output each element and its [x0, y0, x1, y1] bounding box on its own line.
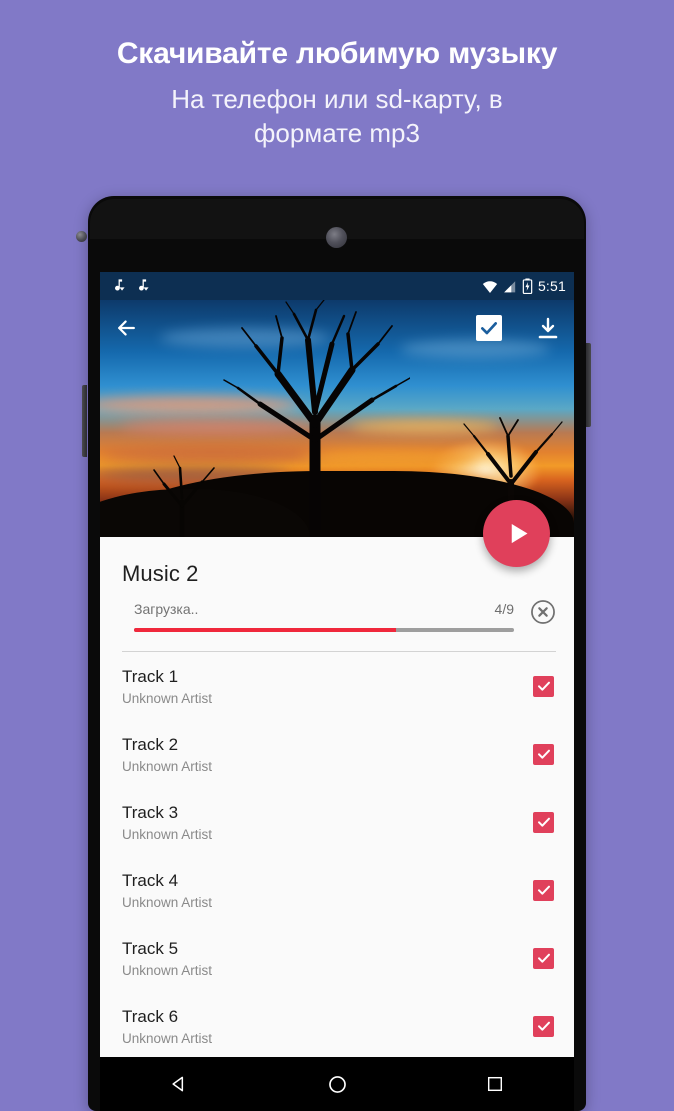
- nav-recents-square-icon: [487, 1076, 503, 1092]
- track-row[interactable]: Track 5 Unknown Artist: [100, 924, 574, 992]
- track-checkbox[interactable]: [533, 879, 554, 901]
- track-artist: Unknown Artist: [122, 1030, 213, 1046]
- download-status-label: Загрузка..: [134, 601, 199, 617]
- music-download-icon: [115, 278, 125, 291]
- track-text: Track 2 Unknown Artist: [122, 734, 533, 773]
- track-row[interactable]: Track 6 Unknown Artist: [100, 992, 574, 1057]
- download-progress-fill: [134, 628, 397, 632]
- track-title: Track 2: [122, 735, 179, 755]
- android-navigation-bar: [100, 1057, 574, 1111]
- checkmark-icon: [537, 749, 550, 759]
- cancel-download-button[interactable]: [530, 599, 556, 625]
- track-artist: Unknown Artist: [122, 894, 213, 910]
- battery-charging-icon: [522, 278, 533, 294]
- track-row[interactable]: Track 1 Unknown Artist: [100, 652, 574, 720]
- status-time: 5:51: [537, 278, 566, 294]
- play-fab-button[interactable]: [483, 500, 550, 567]
- promo-subheadline: На телефон или sd-карту, в формате mp3: [171, 84, 503, 149]
- download-progress-main: Загрузка.. 4/9: [134, 601, 524, 632]
- track-text: Track 1 Unknown Artist: [122, 666, 533, 705]
- front-camera-icon: [76, 231, 87, 242]
- track-row[interactable]: Track 4 Unknown Artist: [100, 856, 574, 924]
- checkbox-checked-icon: [481, 322, 497, 335]
- select-all-checkbox[interactable]: [476, 315, 502, 341]
- checkmark-icon: [537, 1021, 550, 1031]
- track-title: Track 4: [122, 871, 179, 891]
- app-bar: [100, 300, 574, 356]
- checkmark-icon: [537, 681, 550, 691]
- status-notifications: [109, 278, 150, 295]
- music-download-icon: [139, 278, 149, 291]
- track-text: Track 4 Unknown Artist: [122, 870, 533, 909]
- track-row[interactable]: Track 2 Unknown Artist: [100, 720, 574, 788]
- cell-signal-icon: [504, 280, 516, 292]
- track-text: Track 5 Unknown Artist: [122, 938, 533, 977]
- nav-recents-button[interactable]: [472, 1069, 518, 1099]
- album-content-card: Music 2 Загрузка.. 4/9 Track 1Unknown Ar…: [100, 537, 574, 1057]
- status-bar: 5:51: [100, 272, 574, 300]
- track-title: Track 5: [122, 939, 179, 959]
- volume-button[interactable]: [82, 385, 87, 457]
- track-title: Track 6: [122, 1007, 179, 1027]
- download-icon[interactable]: [536, 316, 560, 341]
- checkmark-icon: [537, 885, 550, 895]
- track-checkbox[interactable]: [533, 811, 554, 833]
- promo-screenshot: Скачивайте любимую музыку На телефон или…: [0, 0, 674, 1111]
- wifi-icon: [482, 280, 498, 293]
- track-title: Track 3: [122, 803, 179, 823]
- back-arrow-icon[interactable]: [114, 317, 139, 339]
- nav-back-triangle-icon: [172, 1076, 184, 1092]
- download-progress-bar: [134, 628, 514, 632]
- download-count: 4/9: [494, 601, 514, 617]
- track-artist: Unknown Artist: [122, 826, 213, 842]
- download-status-row: Загрузка.. 4/9: [134, 601, 514, 617]
- earpiece-speaker-icon: [326, 227, 347, 248]
- track-row[interactable]: Track 3 Unknown Artist: [100, 788, 574, 856]
- track-artist: Unknown Artist: [122, 758, 213, 774]
- play-icon: [511, 523, 528, 544]
- track-artist: Unknown Artist: [122, 962, 213, 978]
- phone-screen: 5:51 Music 2 Загрузка.. 4/9 Track 1 Unkn…: [100, 272, 574, 1057]
- nav-home-button[interactable]: [314, 1069, 360, 1099]
- track-checkbox[interactable]: [533, 1015, 554, 1037]
- album-hero-image: [100, 300, 574, 537]
- status-system-icons: 5:51: [482, 278, 566, 294]
- track-checkbox[interactable]: [533, 743, 554, 765]
- track-checkbox[interactable]: [533, 675, 554, 697]
- tree-silhouette: [153, 455, 215, 537]
- track-artist: Unknown Artist: [122, 690, 213, 706]
- track-list: Track 1 Unknown Artist Track 2 Unknown Arti…: [100, 652, 574, 1057]
- nav-back-button[interactable]: [156, 1069, 202, 1099]
- track-checkbox[interactable]: [533, 947, 554, 969]
- power-button[interactable]: [586, 343, 591, 427]
- track-text: Track 6 Unknown Artist: [122, 1006, 533, 1045]
- download-progress-block: Загрузка.. 4/9: [100, 587, 574, 632]
- nav-home-circle-icon: [328, 1075, 346, 1093]
- promo-text-block: Скачивайте любимую музыку На телефон или…: [0, 36, 674, 151]
- track-title: Track 1: [122, 667, 179, 687]
- checkmark-icon: [537, 817, 550, 827]
- checkmark-icon: [537, 953, 550, 963]
- promo-headline: Скачивайте любимую музыку: [116, 37, 558, 70]
- track-text: Track 3 Unknown Artist: [122, 802, 533, 841]
